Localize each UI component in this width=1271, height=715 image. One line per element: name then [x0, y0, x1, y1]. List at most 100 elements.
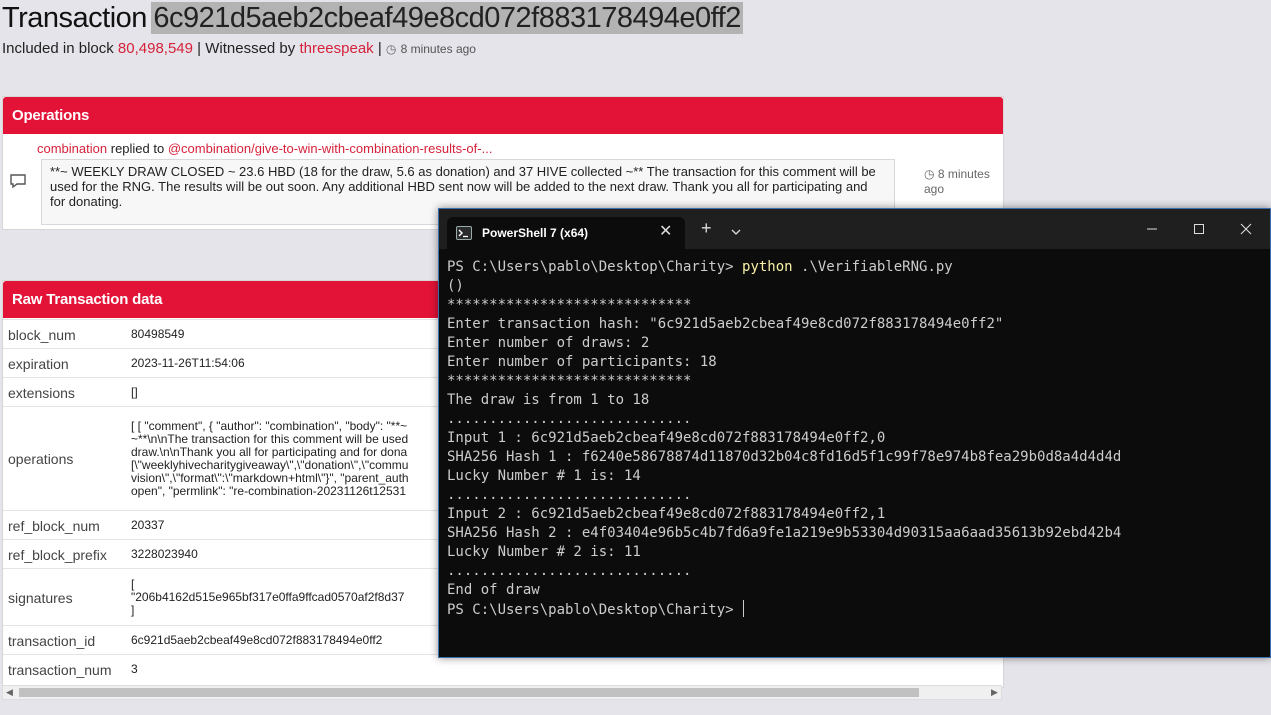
row-value: 3: [131, 663, 471, 676]
powershell-window[interactable]: PowerShell 7 (x64) ✕ + PS C:\Users\pablo…: [438, 208, 1271, 658]
row-value: 80498549: [131, 328, 471, 341]
line-text: SHA256 Hash 2 : e4f03404e96b5c4b7fd6a9fe…: [447, 525, 1122, 541]
operation-time-text: 8 minutes ago: [924, 167, 990, 196]
line-text: Lucky Number # 1 is: 14: [447, 468, 641, 484]
row-value-line: 20337: [131, 519, 165, 532]
line-text: Enter number of draws: 2: [447, 335, 650, 351]
row-value: 20337: [131, 519, 471, 532]
witness-label: | Witnessed by: [197, 40, 296, 57]
terminal-output[interactable]: PS C:\Users\pablo\Desktop\Charity> pytho…: [447, 258, 1262, 619]
prompt: PS C:\Users\pablo\Desktop\Charity>: [447, 259, 743, 275]
tab-close-icon[interactable]: ✕: [659, 221, 672, 241]
terminal-line: .............................: [447, 410, 1262, 429]
line-text: Enter transaction hash: "6c921d5aeb2cbea…: [447, 316, 1004, 332]
terminal-line: (): [447, 277, 1262, 296]
row-value-line: 2023-11-26T11:54:06: [131, 357, 245, 370]
time-ago: 8 minutes ago: [400, 42, 476, 56]
horizontal-scrollbar[interactable]: ◀ ▶: [2, 685, 1002, 700]
transaction-hash[interactable]: 6c921d5aeb2cbeaf49e8cd072f883178494e0ff2: [151, 2, 743, 34]
row-key: ref_block_num: [8, 517, 100, 534]
terminal-line: Input 2 : 6c921d5aeb2cbeaf49e8cd072f8831…: [447, 505, 1262, 524]
close-icon[interactable]: [1240, 219, 1252, 244]
row-value-line: 3: [131, 663, 138, 676]
transaction-header: Transaction 6c921d5aeb2cbeaf49e8cd072f88…: [2, 0, 743, 36]
line-text: PS C:\Users\pablo\Desktop\Charity>: [447, 602, 743, 618]
terminal-line: PS C:\Users\pablo\Desktop\Charity>: [447, 600, 1262, 619]
text-cursor: [743, 600, 745, 617]
page-title: Transaction: [2, 2, 147, 34]
minimize-icon[interactable]: [1146, 219, 1158, 244]
row-value-line: 3228023940: [131, 548, 198, 561]
table-row: transaction_num 3: [3, 654, 1003, 684]
target-link[interactable]: @combination/give-to-win-with-combinatio…: [168, 141, 493, 156]
row-key: transaction_num: [8, 661, 112, 678]
line-text: .............................: [447, 487, 692, 503]
line-text: (): [447, 278, 464, 294]
clock-icon: ◷: [385, 42, 397, 56]
line-text: Enter number of participants: 18: [447, 354, 717, 370]
terminal-line: .............................: [447, 486, 1262, 505]
clock-icon: ◷: [924, 167, 935, 181]
line-text: SHA256 Hash 1 : f6240e58678874d11870d32b…: [447, 449, 1122, 465]
operation-summary: combination replied to @combination/give…: [37, 141, 492, 156]
row-value: 2023-11-26T11:54:06: [131, 357, 471, 370]
tab-powershell[interactable]: PowerShell 7 (x64) ✕: [447, 217, 685, 249]
line-text: .............................: [447, 411, 692, 427]
tab-title: PowerShell 7 (x64): [482, 226, 589, 240]
row-key: transaction_id: [8, 632, 96, 649]
terminal-line: Enter number of participants: 18: [447, 353, 1262, 372]
row-key: expiration: [8, 355, 69, 372]
row-value: [ [ "comment", { "author": "combination"…: [131, 420, 471, 498]
terminal-line: End of draw: [447, 581, 1262, 600]
row-value-line: []: [131, 386, 138, 399]
new-tab-button[interactable]: +: [701, 219, 712, 237]
row-value: 3228023940: [131, 548, 471, 561]
author-link[interactable]: combination: [37, 141, 107, 156]
line-text: The draw is from 1 to 18: [447, 392, 650, 408]
chevron-down-icon[interactable]: [731, 223, 741, 241]
operation-time: ◷ 8 minutes ago: [924, 167, 1000, 197]
line-text: Input 2 : 6c921d5aeb2cbeaf49e8cd072f8831…: [447, 506, 886, 522]
scroll-right-icon[interactable]: ▶: [991, 686, 998, 699]
row-value-line: 80498549: [131, 328, 185, 341]
line-text: *****************************: [447, 297, 692, 313]
row-value-line: 6c921d5aeb2cbeaf49e8cd072f883178494e0ff2: [131, 634, 383, 647]
terminal-line: Lucky Number # 2 is: 11: [447, 543, 1262, 562]
maximize-icon[interactable]: [1193, 219, 1205, 244]
line-text: *****************************: [447, 373, 692, 389]
row-value: ["206b4162d515e965bf317e0ffa9ffcad0570af…: [131, 578, 471, 617]
terminal-line: The draw is from 1 to 18: [447, 391, 1262, 410]
row-key: operations: [8, 451, 74, 467]
row-key: signatures: [8, 589, 73, 606]
included-label: Included in block: [2, 40, 114, 57]
block-link[interactable]: 80,498,549: [118, 40, 193, 57]
row-value-line: open", "permlink": "re-combination-20231…: [131, 484, 406, 498]
line-text: Lucky Number # 2 is: 11: [447, 544, 641, 560]
line-text: .............................: [447, 563, 692, 579]
separator: |: [377, 40, 382, 57]
witness-link[interactable]: threespeak: [299, 40, 373, 57]
row-key: block_num: [8, 326, 76, 343]
command-args: .\VerifiableRNG.py: [792, 259, 953, 275]
window-titlebar[interactable]: PowerShell 7 (x64) ✕ +: [439, 209, 1270, 249]
terminal-line: Input 1 : 6c921d5aeb2cbeaf49e8cd072f8831…: [447, 429, 1262, 448]
comment-icon: [9, 173, 27, 194]
row-value: 6c921d5aeb2cbeaf49e8cd072f883178494e0ff2: [131, 634, 471, 647]
transaction-meta: Included in block 80,498,549 | Witnessed…: [2, 40, 476, 57]
scrollbar-thumb[interactable]: [19, 688, 919, 697]
terminal-line: *****************************: [447, 296, 1262, 315]
command: python: [742, 259, 793, 275]
terminal-line: .............................: [447, 562, 1262, 581]
row-value-line: ]: [131, 603, 135, 617]
scroll-left-icon[interactable]: ◀: [6, 686, 13, 699]
operations-heading: Operations: [3, 97, 1003, 134]
terminal-line: Lucky Number # 1 is: 14: [447, 467, 1262, 486]
line-text: Input 1 : 6c921d5aeb2cbeaf49e8cd072f8831…: [447, 430, 886, 446]
terminal-line: SHA256 Hash 1 : f6240e58678874d11870d32b…: [447, 448, 1262, 467]
row-value-line: "206b4162d515e965bf317e0ffa9ffcad0570af2…: [131, 590, 405, 604]
action-label: replied to: [110, 141, 165, 156]
terminal-line: Enter transaction hash: "6c921d5aeb2cbea…: [447, 315, 1262, 334]
row-key: extensions: [8, 384, 75, 401]
row-key: ref_block_prefix: [8, 546, 107, 563]
row-value: []: [131, 386, 471, 399]
